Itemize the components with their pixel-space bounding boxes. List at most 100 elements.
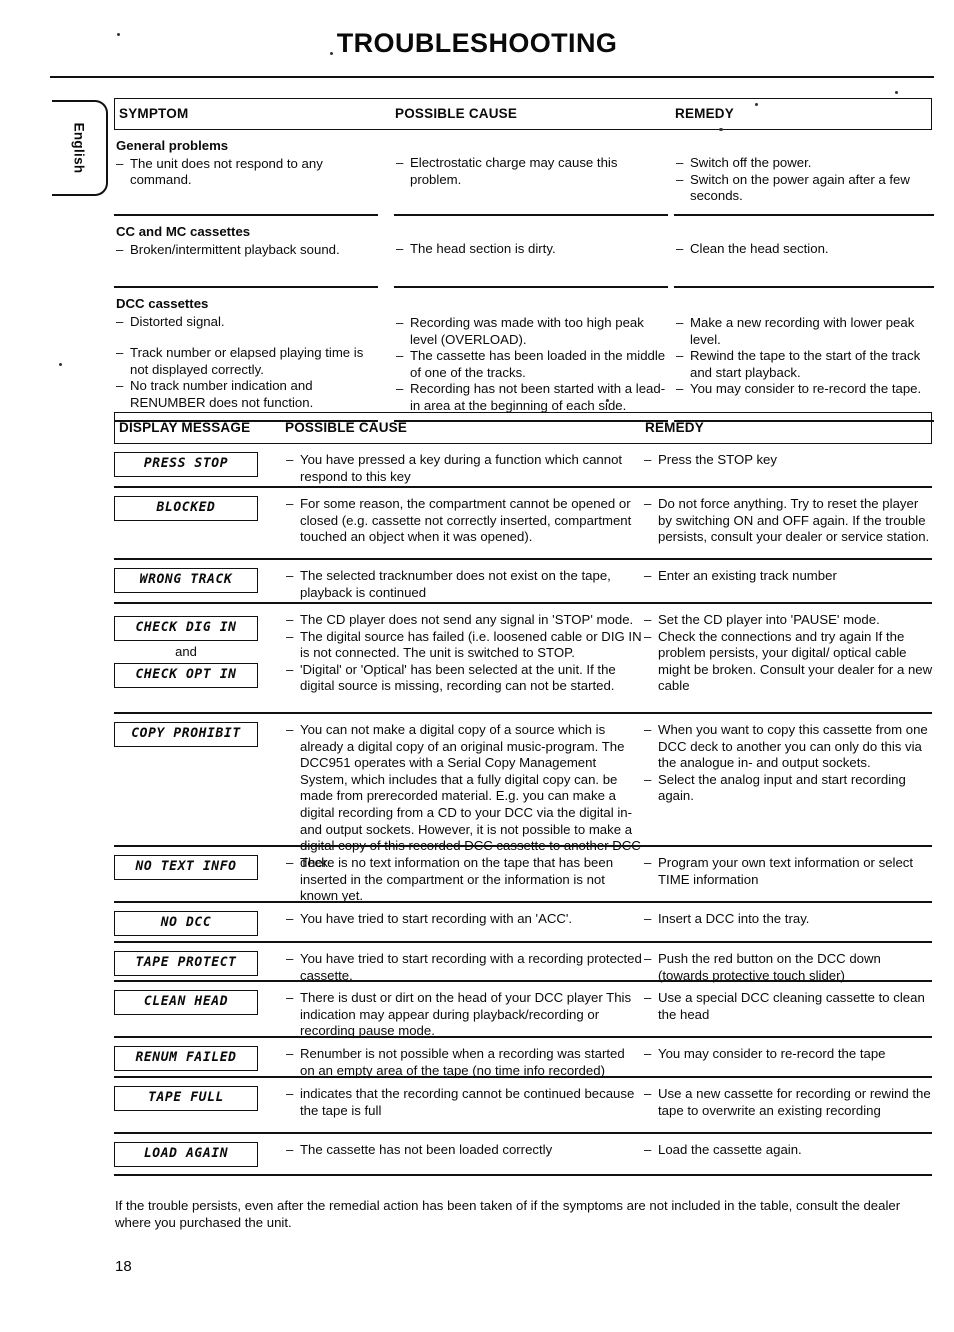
symptom-cell: DCC cassettes Distorted signal. Track numb…: [116, 288, 378, 412]
header-divider: [50, 76, 934, 78]
remedy-cell: Load the cassette again.: [644, 1134, 934, 1159]
remedy-item: Set the CD player into 'PAUSE' mode.: [644, 612, 934, 629]
remedy-cell: Do not force anything. Try to reset the …: [644, 488, 934, 546]
display-message-chip: WRONG TRACK: [114, 568, 258, 593]
cause-cell: The head section is dirty.: [396, 216, 668, 258]
display-message-cell: NO TEXT INFO: [114, 847, 280, 880]
display-table-header: DISPLAY MESSAGE POSSIBLE CAUSE REMEDY: [114, 412, 932, 444]
symptom-item: The unit does not respond to any command…: [116, 156, 378, 189]
cause-cell: You have tried to start recording with a…: [286, 903, 642, 928]
symptom-item: No track number indication and RENUMBER …: [116, 378, 378, 411]
display-message-cell: PRESS STOP: [114, 444, 280, 477]
display-message-chip: NO DCC: [114, 911, 258, 936]
cause-item: The selected tracknumber does not exist …: [286, 568, 642, 601]
display-message-cell: LOAD AGAIN: [114, 1134, 280, 1167]
display-message-chip: LOAD AGAIN: [114, 1142, 258, 1167]
cause-item: The cassette has been loaded in the midd…: [396, 348, 668, 381]
remedy-cell: Make a new recording with lower peak lev…: [676, 288, 934, 398]
manual-page: TROUBLESHOOTING English SYMPTOM POSSIBLE…: [0, 0, 954, 1332]
cause-item: Recording was made with too high peak le…: [396, 315, 668, 348]
symptom-table-header: SYMPTOM POSSIBLE CAUSE REMEDY: [114, 98, 932, 130]
cause-cell: You have pressed a key during a function…: [286, 444, 642, 485]
cause-item: There is no text information on the tape…: [286, 855, 642, 905]
remedy-cell: When you want to copy this cassette from…: [644, 714, 934, 805]
scan-speck: [895, 91, 898, 94]
remedy-cell: You may consider to re-record the tape: [644, 1038, 934, 1063]
display-message-chip: CHECK OPT IN: [114, 662, 258, 688]
cause-cell: Recording was made with too high peak le…: [396, 288, 668, 415]
cause-item: The digital source has failed (i.e. loos…: [286, 629, 642, 662]
remedy-cell: Set the CD player into 'PAUSE' mode.Chec…: [644, 604, 934, 695]
symptom-item: Broken/intermittent playback sound.: [116, 242, 378, 259]
language-tab-label: English: [71, 122, 87, 174]
cause-item: There is dust or dirt on the head of you…: [286, 990, 642, 1040]
remedy-cell: Program your own text information or sel…: [644, 847, 934, 888]
display-message-cell: TAPE FULL: [114, 1078, 280, 1111]
display-message-cell: WRONG TRACK: [114, 560, 280, 593]
cause-item: Electrostatic charge may cause this prob…: [396, 155, 668, 188]
remedy-cell: Clean the head section.: [676, 216, 934, 258]
header-symptom: SYMPTOM: [119, 106, 189, 121]
cause-item: Renumber is not possible when a recordin…: [286, 1046, 642, 1079]
scan-speck: [59, 363, 62, 366]
cause-cell: There is dust or dirt on the head of you…: [286, 982, 642, 1040]
display-message-chip: CHECK DIG IN: [114, 616, 258, 641]
remedy-item: Select the analog input and start record…: [644, 772, 934, 805]
display-message-chip: TAPE PROTECT: [114, 951, 258, 976]
remedy-item: You may consider to re-record the tape: [644, 1046, 934, 1063]
table-row: BLOCKED For some reason, the compartment …: [114, 488, 932, 560]
scan-speck: [117, 33, 120, 36]
remedy-item: Use a special DCC cleaning cassette to c…: [644, 990, 934, 1023]
display-message-cell: CLEAN HEAD: [114, 982, 280, 1015]
scan-speck: [606, 399, 609, 402]
table-row: COPY PROHIBITYou can not make a digital …: [114, 714, 934, 870]
table-row: TAPE PROTECT You have tried to start reco…: [114, 943, 934, 984]
display-message-cell: CHECK DIG IN and CHECK OPT IN: [114, 604, 280, 688]
display-message-cell: RENUM FAILED: [114, 1038, 280, 1071]
table-row: PRESS STOP You have pressed a key during …: [114, 444, 932, 488]
footer-note: If the trouble persists, even after the …: [115, 1198, 901, 1230]
symptom-cell: General problems The unit does not respon…: [116, 130, 378, 189]
cause-cell: The selected tracknumber does not exist …: [286, 560, 642, 601]
cause-item: 'Digital' or 'Optical' has been selected…: [286, 662, 642, 695]
header-display-message: DISPLAY MESSAGE: [119, 420, 251, 435]
display-message-cell: BLOCKED: [114, 488, 280, 521]
connector-label: and: [175, 644, 197, 659]
cause-cell: The CD player does not send any signal i…: [286, 604, 642, 695]
remedy-cell: Use a new cassette for recording or rewi…: [644, 1078, 934, 1119]
cause-item: Recording has not been started with a le…: [396, 381, 668, 414]
symptom-group-title: General problems: [116, 138, 229, 153]
cause-cell: The cassette has not been loaded correct…: [286, 1134, 642, 1159]
header-possible-cause-2: POSSIBLE CAUSE: [285, 420, 408, 435]
cause-item: You have pressed a key during a function…: [286, 452, 642, 485]
scan-speck: [330, 52, 333, 55]
remedy-cell: Insert a DCC into the tray.: [644, 903, 934, 928]
remedy-item: Clean the head section.: [676, 241, 934, 258]
remedy-item: Press the STOP key: [644, 452, 934, 469]
display-message-chip: BLOCKED: [114, 496, 258, 521]
remedy-item: Make a new recording with lower peak lev…: [676, 315, 934, 348]
table-row: CC and MC cassettes Broken/intermittent p…: [114, 216, 932, 288]
remedy-item: Insert a DCC into the tray.: [644, 911, 934, 928]
table-row: DCC cassettes Distorted signal. Track numb…: [114, 288, 932, 422]
display-message-chip: RENUM FAILED: [114, 1046, 258, 1071]
cause-item: The cassette has not been loaded correct…: [286, 1142, 642, 1159]
remedy-cell: Press the STOP key: [644, 444, 934, 469]
header-remedy: REMEDY: [675, 106, 734, 121]
remedy-item: You may consider to re-record the tape.: [676, 381, 934, 398]
language-tab: English: [52, 100, 108, 196]
symptom-table: SYMPTOM POSSIBLE CAUSE REMEDY General pr…: [114, 98, 934, 422]
display-message-chip: NO TEXT INFO: [114, 855, 258, 880]
cause-item: For some reason, the compartment cannot …: [286, 496, 642, 546]
remedy-item: When you want to copy this cassette from…: [644, 722, 934, 772]
symptom-group-title: CC and MC cassettes: [116, 224, 251, 239]
display-message-cell: NO DCC: [114, 903, 280, 936]
scan-speck: [755, 103, 758, 106]
table-row: LOAD AGAIN The cassette has not been load…: [114, 1134, 932, 1176]
display-message-chip: PRESS STOP: [114, 452, 258, 477]
remedy-cell: Push the red button on the DCC down (tow…: [644, 943, 934, 984]
cause-item: You have tried to start recording with a…: [286, 911, 642, 928]
remedy-cell: Use a special DCC cleaning cassette to c…: [644, 982, 934, 1023]
cause-cell: You have tried to start recording with a…: [286, 943, 642, 984]
row-separator: [114, 1174, 932, 1176]
